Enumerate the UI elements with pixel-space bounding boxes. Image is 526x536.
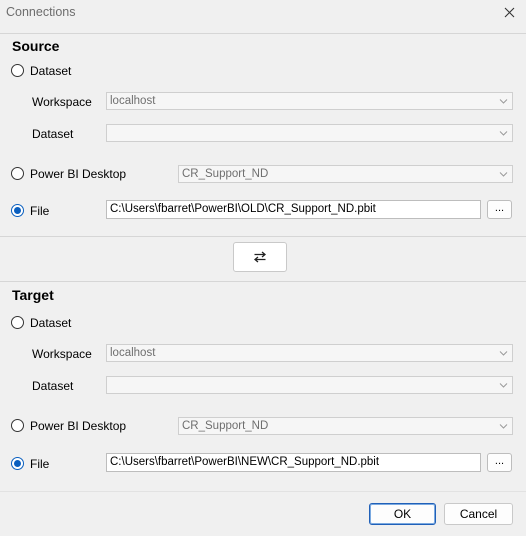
- source-file-radio[interactable]: [11, 204, 24, 217]
- cancel-button[interactable]: Cancel: [444, 503, 513, 525]
- chevron-down-icon: [499, 424, 508, 429]
- target-dataset-radio-label: Dataset: [30, 316, 72, 330]
- source-pbi-desktop-value: CR_Support_ND: [182, 168, 269, 180]
- source-workspace-label: Workspace: [32, 95, 92, 109]
- source-dataset-select[interactable]: [106, 124, 513, 142]
- source-file-input[interactable]: C:\Users\fbarret\PowerBI\OLD\CR_Support_…: [106, 200, 481, 219]
- source-divider: [0, 236, 526, 237]
- target-dataset-radio[interactable]: [11, 316, 24, 329]
- source-dataset-label: Dataset: [32, 127, 74, 141]
- source-browse-button[interactable]: ...: [487, 200, 512, 219]
- target-file-radio[interactable]: [11, 457, 24, 470]
- target-pbi-desktop-select[interactable]: CR_Support_ND: [178, 417, 513, 435]
- source-pbi-desktop-select[interactable]: CR_Support_ND: [178, 165, 513, 183]
- target-browse-button[interactable]: ...: [487, 453, 512, 472]
- target-pbi-desktop-radio[interactable]: [11, 419, 24, 432]
- source-pbi-desktop-radio[interactable]: [11, 167, 24, 180]
- chevron-down-icon: [499, 383, 508, 388]
- source-file-label: File: [30, 204, 50, 218]
- target-dataset-select[interactable]: [106, 376, 513, 394]
- target-heading: Target: [12, 287, 54, 303]
- source-dataset-radio-label: Dataset: [30, 64, 72, 78]
- swap-button[interactable]: [233, 242, 287, 272]
- source-workspace-select[interactable]: localhost: [106, 92, 513, 110]
- footer-divider: [0, 491, 526, 492]
- target-pbi-desktop-label: Power BI Desktop: [30, 419, 127, 433]
- source-dataset-radio[interactable]: [11, 64, 24, 77]
- target-dataset-label: Dataset: [32, 379, 74, 393]
- swap-icon: [253, 251, 267, 263]
- source-file-path: C:\Users\fbarret\PowerBI\OLD\CR_Support_…: [110, 203, 376, 215]
- target-file-label: File: [30, 457, 50, 471]
- target-file-path: C:\Users\fbarret\PowerBI\NEW\CR_Support_…: [110, 456, 380, 468]
- ok-button[interactable]: OK: [369, 503, 436, 525]
- source-workspace-value: localhost: [110, 95, 156, 107]
- target-pbi-desktop-value: CR_Support_ND: [182, 420, 269, 432]
- chevron-down-icon: [499, 99, 508, 104]
- chevron-down-icon: [499, 172, 508, 177]
- target-workspace-label: Workspace: [32, 347, 92, 361]
- title-divider: [0, 33, 526, 34]
- chevron-down-icon: [499, 351, 508, 356]
- window-title: Connections: [6, 5, 76, 19]
- target-divider: [0, 281, 526, 282]
- close-icon[interactable]: [496, 2, 522, 22]
- title-bar: Connections: [0, 0, 526, 25]
- source-pbi-desktop-label: Power BI Desktop: [30, 167, 127, 181]
- source-heading: Source: [12, 38, 60, 54]
- target-file-input[interactable]: C:\Users\fbarret\PowerBI\NEW\CR_Support_…: [106, 453, 481, 472]
- chevron-down-icon: [499, 131, 508, 136]
- target-workspace-select[interactable]: localhost: [106, 344, 513, 362]
- target-workspace-value: localhost: [110, 347, 156, 359]
